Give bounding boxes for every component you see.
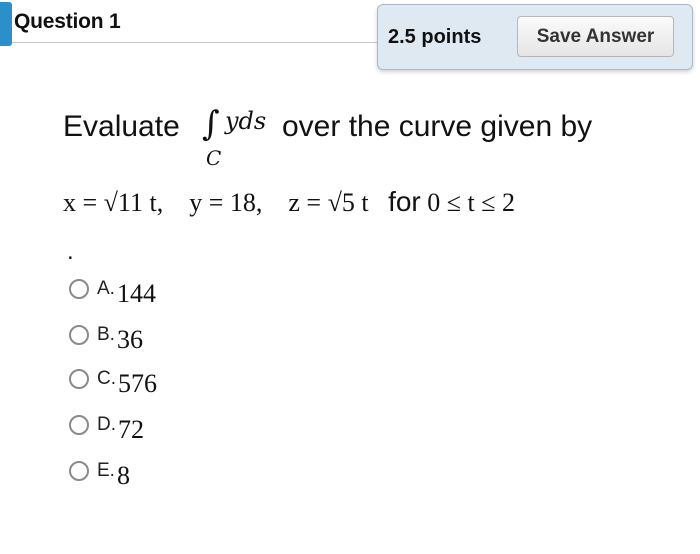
points-panel: 2.5 points Save Answer — [377, 4, 693, 70]
radio-button[interactable] — [69, 461, 89, 481]
prompt-lead: Evaluate — [63, 110, 180, 143]
parametric-equations: x = √11 t, y = 18, z = √5 t for 0 ≤ t ≤ … — [63, 186, 515, 218]
for-word: for — [388, 186, 421, 217]
choice-letter: E. — [97, 460, 115, 481]
choice-value: 8 — [116, 461, 130, 490]
radio-button[interactable] — [69, 325, 89, 345]
equation-x: x = √11 t, — [63, 188, 164, 217]
prompt-trail: over the curve given by — [282, 110, 593, 143]
radio-button[interactable] — [69, 415, 89, 435]
integrand: yds — [225, 107, 267, 135]
header-divider — [12, 42, 378, 43]
equation-y: y = 18, — [189, 188, 263, 217]
radio-button[interactable] — [69, 279, 89, 299]
choice-letter: B. — [97, 324, 115, 345]
parameter-range: 0 ≤ t ≤ 2 — [427, 188, 516, 217]
choice-b[interactable]: B. 36 — [69, 318, 143, 354]
prompt-ending: . — [67, 238, 74, 265]
radio-button[interactable] — [69, 369, 89, 389]
choice-d[interactable]: D. 72 — [69, 408, 144, 444]
choice-e[interactable]: E. 8 — [69, 454, 130, 490]
choice-a[interactable]: A. 144 — [69, 272, 156, 308]
save-answer-button[interactable]: Save Answer — [517, 16, 674, 57]
choice-value: 72 — [118, 415, 144, 444]
integral-symbol: ∫ — [202, 104, 220, 144]
equation-z: z = √5 t — [288, 188, 369, 217]
curve-subscript: C — [206, 146, 222, 170]
choice-letter: C. — [97, 368, 116, 389]
points-label: 2.5 points — [388, 26, 482, 48]
choice-letter: D. — [97, 414, 116, 435]
question-title: Question 1 — [14, 10, 121, 33]
choice-value: 144 — [116, 279, 156, 308]
choice-c[interactable]: C. 576 — [69, 362, 157, 398]
question-tab-marker — [0, 2, 12, 46]
choice-value: 36 — [116, 325, 143, 354]
choice-letter: A. — [97, 278, 115, 299]
choice-value: 576 — [118, 369, 157, 398]
